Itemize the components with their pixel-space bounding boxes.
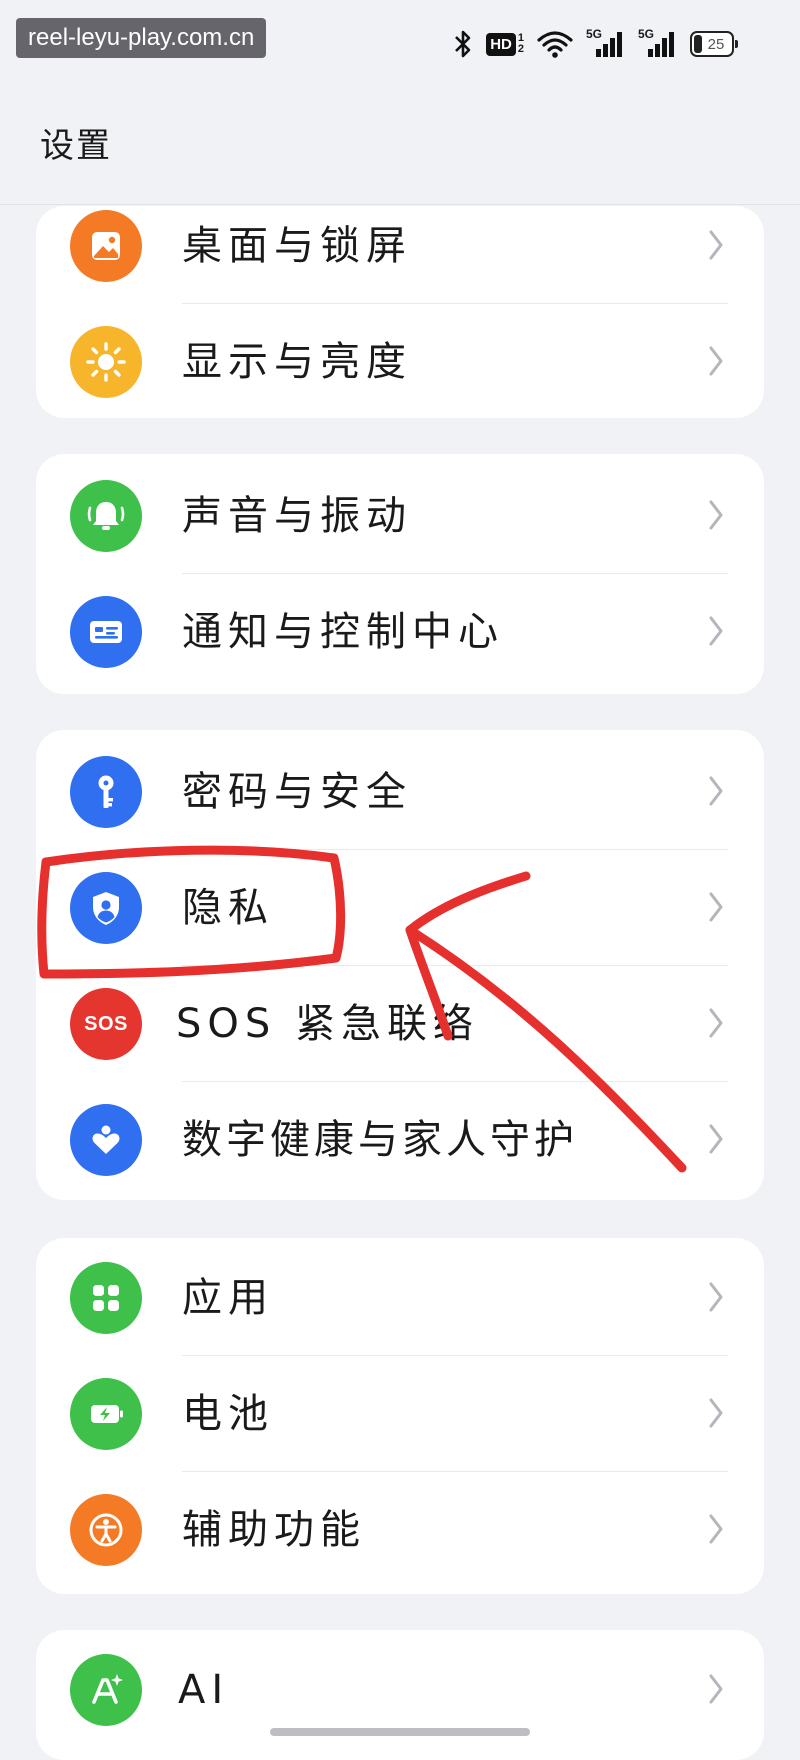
settings-item-accessibility[interactable]: 辅助功能 [36,1472,764,1588]
chevron-right-icon [708,1280,724,1318]
hd-badge-text: HD [486,32,516,56]
hd-badge: HD 1 2 [486,32,524,56]
bell-icon [70,480,142,552]
settings-item-label: 桌面与锁屏 [182,223,412,269]
settings-group-security: 密码与安全 隐私 SOS SOS 紧急联络 数字健康与家人守护 [36,730,764,1200]
settings-group-ai: AI [36,1630,764,1760]
settings-group-display: 桌面与锁屏 显示与亮度 [36,206,764,418]
bluetooth-icon [452,29,474,59]
ai-icon [70,1654,142,1726]
settings-item-sound[interactable]: 声音与振动 [36,458,764,574]
chevron-right-icon [708,228,724,266]
notification-icon [70,596,142,668]
key-icon [70,756,142,828]
sun-icon [70,326,142,398]
privacy-shield-icon [70,872,142,944]
chevron-right-icon [708,498,724,536]
wallpaper-icon [70,210,142,282]
signal-icon: 5G [638,27,678,59]
settings-group-sound: 声音与振动 通知与控制中心 [36,454,764,694]
chevron-right-icon [708,344,724,382]
settings-item-label: 密码与安全 [182,769,412,815]
settings-item-label: AI [178,1667,230,1713]
settings-item-privacy[interactable]: 隐私 [36,850,764,966]
settings-item-label: 应用 [182,1275,274,1321]
watermark: reel-leyu-play.com.cn [16,18,267,58]
settings-item-label: 电池 [182,1391,274,1437]
chevron-right-icon [708,614,724,652]
settings-item-label: SOS 紧急联络 [176,1001,479,1047]
chevron-right-icon [708,1006,724,1044]
settings-item-password-security[interactable]: 密码与安全 [36,734,764,850]
status-icons: HD 1 2 5G 5G 25 [452,24,738,64]
chevron-right-icon [708,774,724,812]
settings-item-notifications[interactable]: 通知与控制中心 [36,574,764,690]
settings-item-display[interactable]: 显示与亮度 [36,304,764,418]
sos-icon-text: SOS [84,1012,128,1035]
settings-item-label: 声音与振动 [182,493,412,539]
chevron-right-icon [708,1396,724,1434]
signal-icon: 5G [586,27,626,59]
hd-sub: 2 [517,43,524,55]
chevron-right-icon [708,1512,724,1550]
accessibility-icon [70,1494,142,1566]
settings-item-label: 通知与控制中心 [182,609,504,655]
chevron-right-icon [708,1672,724,1710]
settings-item-wallpaper[interactable]: 桌面与锁屏 [36,206,764,304]
wifi-icon [536,29,574,59]
settings-item-label: 数字健康与家人守护 [182,1117,578,1163]
chevron-right-icon [708,1122,724,1160]
settings-item-label: 辅助功能 [182,1507,366,1553]
battery-icon: 25 [690,31,738,57]
settings-item-apps[interactable]: 应用 [36,1240,764,1356]
home-indicator [270,1728,530,1736]
battery-level: 25 [707,35,725,53]
page-title: 设置 [40,126,112,166]
settings-item-sos[interactable]: SOS SOS 紧急联络 [36,966,764,1082]
settings-item-label: 隐私 [182,885,274,931]
battery-charging-icon [70,1378,142,1450]
settings-group-apps: 应用 电池 辅助功能 [36,1238,764,1594]
apps-grid-icon [70,1262,142,1334]
sos-icon: SOS [70,988,142,1060]
heart-icon [70,1104,142,1176]
status-bar: reel-leyu-play.com.cn HD 1 2 5G 5G 25 [0,0,800,90]
chevron-right-icon [708,890,724,928]
header-divider [0,204,800,205]
settings-item-label: 显示与亮度 [182,339,412,385]
settings-item-battery[interactable]: 电池 [36,1356,764,1472]
settings-item-digital-wellbeing[interactable]: 数字健康与家人守护 [36,1082,764,1198]
